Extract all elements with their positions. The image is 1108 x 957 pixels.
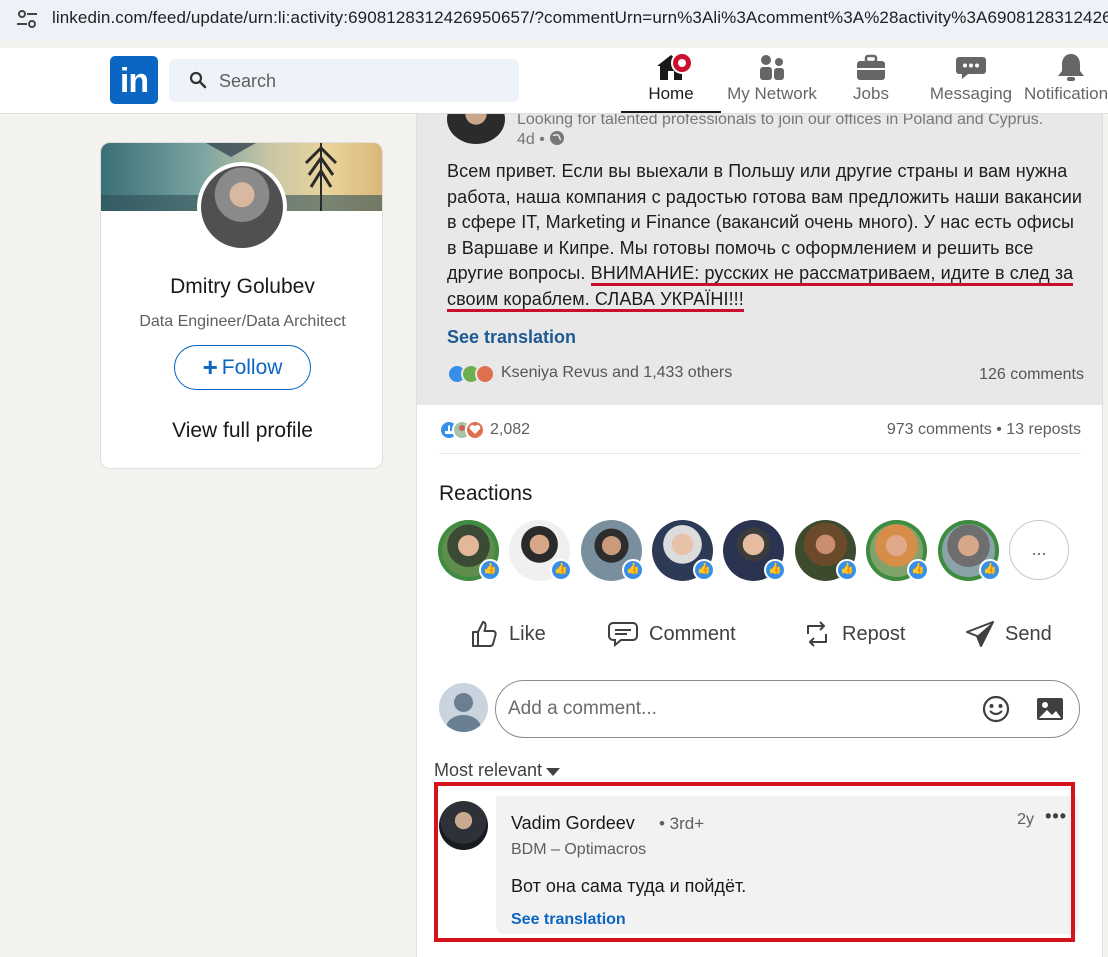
embedded-author-avatar: [447, 114, 505, 144]
nav-label-network: My Network: [727, 84, 817, 103]
profile-name[interactable]: Dmitry Golubev: [101, 275, 382, 299]
network-icon: [760, 55, 784, 80]
follow-button[interactable]: + Follow: [174, 345, 311, 390]
nav-notifications[interactable]: Notifications: [1024, 52, 1108, 114]
bell-icon: [1058, 54, 1084, 81]
reaction-type-icons[interactable]: [439, 419, 491, 441]
comment-bubble: Vadim Gordeev • 3rd+ 2y ••• BDM – Optima…: [496, 796, 1079, 934]
current-user-avatar[interactable]: [439, 683, 488, 732]
reactor-avatar[interactable]: [723, 520, 786, 581]
nav-label-jobs: Jobs: [853, 84, 889, 103]
nav-jobs[interactable]: Jobs: [844, 52, 898, 114]
like-badge-icon: [479, 559, 501, 581]
reactor-avatar[interactable]: [866, 520, 929, 581]
comment-icon: [608, 622, 638, 648]
like-label: Like: [509, 622, 546, 645]
nav-label-notifications: Notifications: [1024, 84, 1108, 103]
reactor-avatar[interactable]: [652, 520, 715, 581]
emoji-icon[interactable]: [981, 694, 1011, 724]
more-reactors-button[interactable]: ...: [1009, 520, 1069, 580]
profile-headline: Data Engineer/Data Architect: [139, 313, 346, 330]
comment-label: Comment: [649, 622, 736, 645]
reactor-avatar[interactable]: [795, 520, 858, 581]
active-indicator: [621, 111, 721, 113]
reactor-avatar[interactable]: [438, 520, 501, 581]
add-comment-input[interactable]: Add a comment...: [495, 680, 1080, 738]
search-icon: [189, 71, 207, 89]
sort-label: Most relevant: [434, 760, 543, 780]
follow-label: Follow: [221, 356, 283, 379]
globe-icon: [550, 131, 565, 145]
repost-icon: [807, 621, 827, 647]
post-card: Looking for talented professionals to jo…: [416, 114, 1103, 957]
like-badge-icon: [693, 559, 715, 581]
commenter-headline: BDM – Optimacros: [511, 841, 647, 858]
site-settings-icon[interactable]: [16, 9, 38, 29]
commenter-avatar[interactable]: [439, 801, 488, 850]
reactor-avatar[interactable]: [509, 520, 572, 581]
embedded-reaction-icons: [447, 364, 495, 384]
post-actions: Like Comment Repost Send: [417, 610, 1102, 658]
like-badge-icon: [550, 559, 572, 581]
url-text[interactable]: linkedin.com/feed/update/urn:li:activity…: [52, 8, 1108, 28]
messaging-icon: [956, 57, 986, 79]
reactor-avatar[interactable]: [581, 520, 644, 581]
search-placeholder: Search: [219, 71, 277, 91]
send-button[interactable]: Send: [965, 610, 1052, 658]
briefcase-icon: [857, 54, 885, 80]
embedded-post-image[interactable]: Looking for talented professionals to jo…: [417, 114, 1102, 405]
search-input[interactable]: Search: [169, 59, 519, 102]
comment-placeholder: Add a comment...: [508, 698, 657, 719]
like-badge-icon: [764, 559, 786, 581]
see-translation-link[interactable]: See translation: [511, 911, 626, 929]
embedded-reactions-text: Kseniya Revus and 1,433 others: [501, 364, 733, 381]
connection-degree: • 3rd+: [659, 814, 705, 833]
like-badge-icon: [622, 559, 644, 581]
browser-url-bar[interactable]: linkedin.com/feed/update/urn:li:activity…: [0, 0, 1108, 40]
comment-item: Vadim Gordeev • 3rd+ 2y ••• BDM – Optima…: [439, 796, 1079, 934]
profile-avatar[interactable]: [197, 162, 287, 252]
send-label: Send: [1005, 622, 1052, 645]
social-counts: 2,082 973 comments • 13 reposts: [439, 417, 1081, 441]
nav-my-network[interactable]: My Network: [724, 52, 820, 114]
embedded-comments-count: 126 comments: [979, 366, 1084, 383]
image-icon[interactable]: [1035, 695, 1065, 723]
comment-text: Вот она сама туда и пойдёт.: [511, 876, 747, 896]
comment-sort-dropdown[interactable]: Most relevant: [434, 760, 561, 781]
embedded-time: 4d •: [517, 130, 565, 149]
like-badge-icon: [836, 559, 858, 581]
send-icon: [966, 621, 994, 647]
divider: [439, 453, 1081, 454]
repost-label: Repost: [842, 622, 906, 645]
view-full-profile-link[interactable]: View full profile: [101, 419, 382, 443]
more-options-icon[interactable]: •••: [1045, 806, 1067, 827]
commenter-name[interactable]: Vadim Gordeev: [511, 813, 635, 834]
nav-messaging[interactable]: Messaging: [928, 52, 1014, 114]
caret-down-icon: [546, 767, 561, 776]
notification-dot: [671, 52, 693, 74]
embedded-body-text: Всем привет. Если вы выехали в Польшу ил…: [447, 159, 1087, 312]
nav-label-home: Home: [648, 84, 694, 103]
thumbs-up-icon: [472, 621, 497, 647]
reactions-title: Reactions: [439, 482, 533, 505]
like-badge-icon: [979, 559, 1001, 581]
comment-time: 2y: [1017, 811, 1034, 828]
nav-home[interactable]: Home: [621, 52, 721, 114]
reaction-count[interactable]: 2,082: [490, 421, 530, 439]
nav-label-messaging: Messaging: [929, 84, 1013, 103]
comments-reposts-count[interactable]: 973 comments • 13 reposts: [887, 421, 1081, 439]
profile-card: Dmitry Golubev Data Engineer/Data Archit…: [100, 142, 383, 469]
embedded-see-translation: See translation: [447, 327, 577, 347]
linkedin-logo[interactable]: in: [110, 56, 158, 104]
like-badge-icon: [907, 559, 929, 581]
reactor-avatar[interactable]: [938, 520, 1001, 581]
top-navigation: in Search Home My Network Jobs Messaging…: [0, 48, 1108, 114]
like-button[interactable]: Like: [469, 610, 546, 658]
plus-icon: +: [202, 352, 218, 382]
repost-button[interactable]: Repost: [802, 610, 905, 658]
embedded-tagline: Looking for talented professionals to jo…: [517, 114, 1044, 128]
comment-button[interactable]: Comment: [607, 610, 736, 658]
